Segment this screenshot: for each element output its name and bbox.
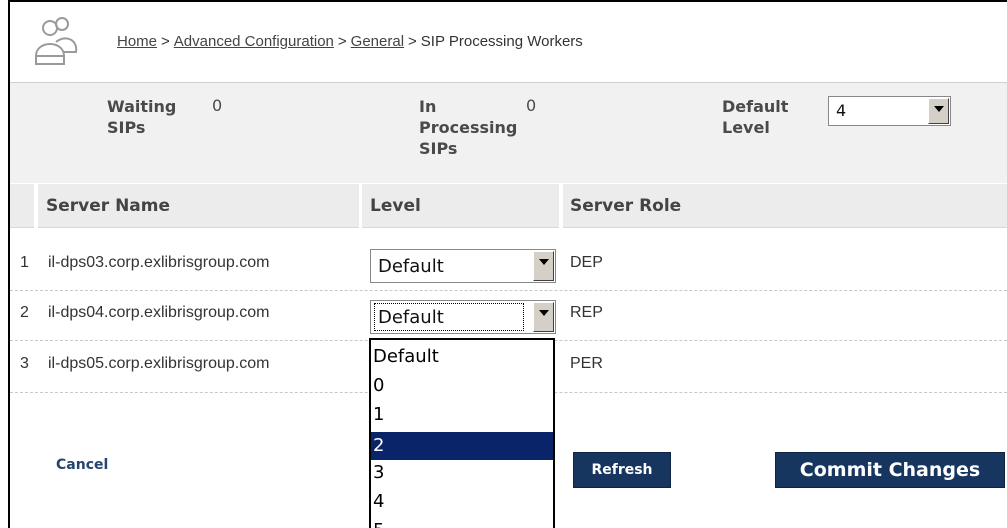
breadcrumb-advanced-link[interactable]: Advanced Configuration <box>174 33 334 50</box>
dropdown-option-5[interactable]: 5 <box>371 519 553 528</box>
dropdown-option-2-selected[interactable]: 2 <box>371 432 553 460</box>
row-index: 2 <box>20 304 29 321</box>
waiting-sips-label: Waiting SIPs <box>107 97 177 137</box>
breadcrumb: Home > Advanced Configuration > General > SIP … <box>117 33 583 50</box>
row-index: 3 <box>20 355 29 372</box>
dropdown-option-default[interactable]: Default <box>371 345 553 369</box>
breadcrumb-general-link[interactable]: General <box>351 33 404 50</box>
server-role-cell: PER <box>570 355 603 372</box>
dropdown-option-3[interactable]: 3 <box>371 461 553 485</box>
level-dropdown-list[interactable]: Default 0 1 2 3 4 5 <box>369 338 555 528</box>
breadcrumb-home-link[interactable]: Home <box>117 33 157 50</box>
users-logo-icon <box>34 17 78 65</box>
breadcrumb-current: SIP Processing Workers <box>420 33 583 50</box>
default-level-label: Default Level <box>722 97 789 137</box>
chevron-down-icon[interactable] <box>533 251 554 281</box>
focus-outline <box>374 303 524 331</box>
server-role-cell: DEP <box>570 254 603 271</box>
dropdown-option-4[interactable]: 4 <box>371 490 553 514</box>
server-name-cell: il-dps05.corp.exlibrisgroup.com <box>48 355 270 372</box>
cancel-link[interactable]: Cancel <box>56 457 108 473</box>
commit-changes-button[interactable]: Commit Changes <box>775 452 1005 488</box>
table-header-index <box>10 184 34 228</box>
in-processing-sips-value: 0 <box>526 96 537 115</box>
row-divider <box>10 290 1007 291</box>
dropdown-option-1[interactable]: 1 <box>371 403 553 427</box>
column-header-server-name[interactable]: Server Name <box>46 196 170 216</box>
server-name-cell: il-dps04.corp.exlibrisgroup.com <box>48 304 270 321</box>
column-header-level[interactable]: Level <box>370 196 421 216</box>
server-name-cell: il-dps03.corp.exlibrisgroup.com <box>48 254 270 271</box>
row-index: 1 <box>20 254 29 271</box>
chevron-down-icon[interactable] <box>928 98 949 124</box>
server-role-cell: REP <box>570 304 603 321</box>
waiting-sips-value: 0 <box>212 96 223 115</box>
chevron-down-icon[interactable] <box>533 302 554 332</box>
refresh-button[interactable]: Refresh <box>573 452 671 488</box>
default-level-select[interactable]: 4 <box>828 96 951 126</box>
level-select-row-1[interactable]: Default <box>370 249 556 283</box>
dropdown-option-0[interactable]: 0 <box>371 374 553 398</box>
column-header-server-role[interactable]: Server Role <box>570 196 681 216</box>
in-processing-sips-label: In Processing SIPs <box>419 97 518 158</box>
